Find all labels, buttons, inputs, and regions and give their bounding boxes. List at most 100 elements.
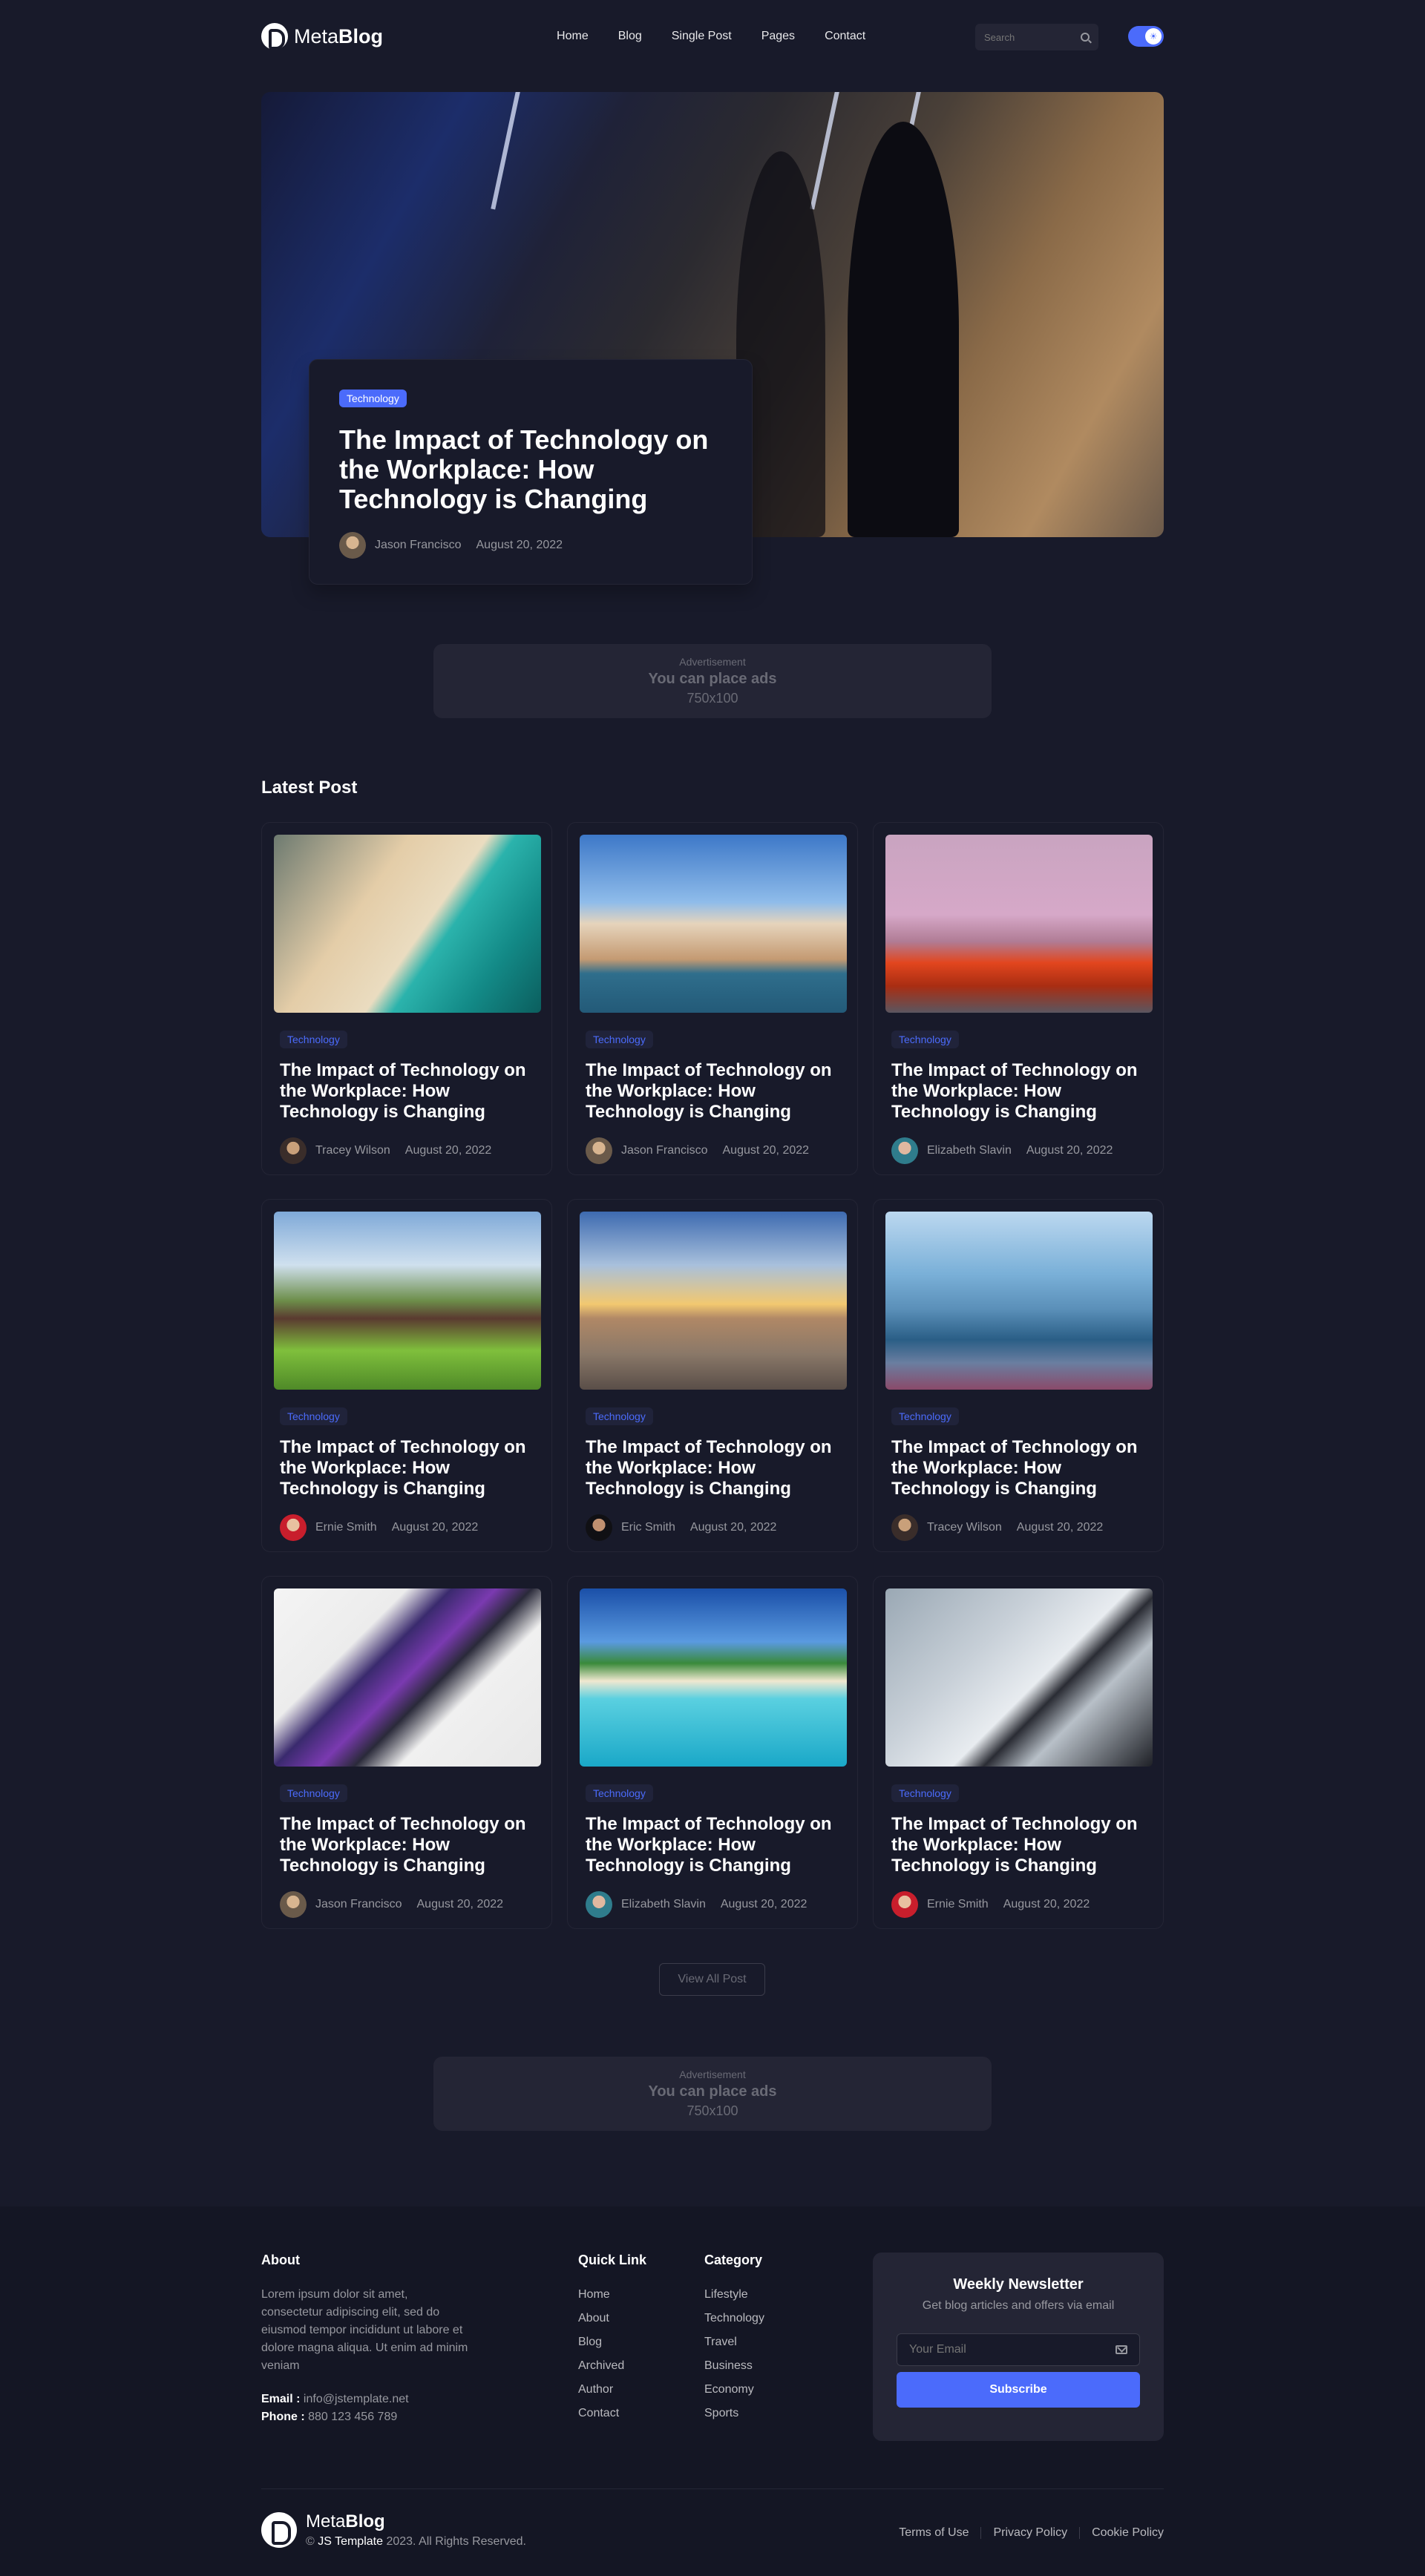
phone-link[interactable]: 880 123 456 789 [308, 2411, 397, 2423]
post-image[interactable] [885, 1588, 1153, 1767]
email-link[interactable]: info@jstemplate.net [304, 2393, 409, 2405]
footer-link-home[interactable]: Home [578, 2286, 646, 2304]
avatar [586, 1514, 612, 1541]
terms-link[interactable]: Terms of Use [899, 2526, 969, 2540]
category-tag[interactable]: Technology [891, 1407, 959, 1425]
author-name[interactable]: Jason Francisco [621, 1144, 708, 1157]
post-image[interactable] [885, 835, 1153, 1013]
footer-category-technology[interactable]: Technology [704, 2310, 764, 2327]
hero-title[interactable]: The Impact of Technology on the Workplac… [339, 425, 722, 514]
subscribe-button[interactable]: Subscribe [897, 2372, 1140, 2408]
post-card[interactable]: Technology The Impact of Technology on t… [567, 1576, 858, 1929]
post-title[interactable]: The Impact of Technology on the Workplac… [891, 1437, 1145, 1499]
footer-link-contact[interactable]: Contact [578, 2405, 646, 2422]
category-tag[interactable]: Technology [586, 1407, 653, 1425]
post-card[interactable]: Technology The Impact of Technology on t… [261, 1199, 552, 1552]
post-card[interactable]: Technology The Impact of Technology on t… [873, 1576, 1164, 1929]
author-name[interactable]: Eric Smith [621, 1521, 675, 1534]
footer-category-lifestyle[interactable]: Lifestyle [704, 2286, 764, 2304]
post-image[interactable] [274, 1212, 541, 1390]
author-name[interactable]: Tracey Wilson [315, 1144, 390, 1157]
post-card[interactable]: Technology The Impact of Technology on t… [567, 1199, 858, 1552]
post-meta: Elizabeth Slavin August 20, 2022 [891, 1137, 1145, 1164]
author-name[interactable]: Ernie Smith [315, 1521, 377, 1534]
category-tag[interactable]: Technology [280, 1784, 347, 1802]
post-image[interactable] [580, 1588, 847, 1767]
advertisement-banner[interactable]: Advertisement You can place ads 750x100 [433, 2057, 992, 2131]
nav-contact[interactable]: Contact [825, 30, 865, 43]
section-title: Latest Post [261, 778, 358, 798]
email-input[interactable] [909, 2343, 1116, 2356]
post-card[interactable]: Technology The Impact of Technology on t… [567, 822, 858, 1175]
footer-quick-links: Quick Link Home About Blog Archived Auth… [578, 2253, 646, 2428]
view-all-button[interactable]: View All Post [659, 1963, 765, 1996]
theme-toggle[interactable]: ☀ [1128, 26, 1164, 47]
person-figure [848, 122, 959, 537]
author-name[interactable]: Ernie Smith [927, 1898, 989, 1911]
avatar [280, 1514, 307, 1541]
logo-icon[interactable] [261, 2512, 297, 2548]
category-tag[interactable]: Technology [586, 1784, 653, 1802]
site-footer: About Lorem ipsum dolor sit amet, consec… [0, 2207, 1425, 2576]
author-name[interactable]: Jason Francisco [375, 539, 462, 552]
author-name[interactable]: Elizabeth Slavin [927, 1144, 1012, 1157]
nav-pages[interactable]: Pages [761, 30, 795, 43]
nav-blog[interactable]: Blog [618, 30, 642, 43]
category-tag[interactable]: Technology [339, 390, 407, 407]
post-card[interactable]: Technology The Impact of Technology on t… [873, 1199, 1164, 1552]
footer-category-business[interactable]: Business [704, 2357, 764, 2375]
search-input[interactable] [984, 31, 1073, 43]
advertisement-banner[interactable]: Advertisement You can place ads 750x100 [433, 644, 992, 718]
post-title[interactable]: The Impact of Technology on the Workplac… [586, 1814, 839, 1876]
footer-link-blog[interactable]: Blog [578, 2333, 646, 2351]
post-date: August 20, 2022 [404, 1144, 492, 1157]
footer-phone: Phone : 880 123 456 789 [261, 2411, 398, 2423]
footer-category-title: Category [704, 2253, 763, 2267]
footer-category-travel[interactable]: Travel [704, 2333, 764, 2351]
footer-link-author[interactable]: Author [578, 2381, 646, 2399]
author-name[interactable]: Elizabeth Slavin [621, 1898, 706, 1911]
post-card[interactable]: Technology The Impact of Technology on t… [261, 1576, 552, 1929]
privacy-link[interactable]: Privacy Policy [993, 2526, 1067, 2540]
post-card[interactable]: Technology The Impact of Technology on t… [261, 822, 552, 1175]
divider [980, 2527, 982, 2539]
post-title[interactable]: The Impact of Technology on the Workplac… [586, 1060, 839, 1123]
ad-title: You can place ads [648, 2083, 777, 2100]
nav-single-post[interactable]: Single Post [672, 30, 732, 43]
post-meta: Jason Francisco August 20, 2022 [280, 1891, 534, 1918]
category-tag[interactable]: Technology [586, 1031, 653, 1048]
footer-category-sports[interactable]: Sports [704, 2405, 764, 2422]
post-title[interactable]: The Impact of Technology on the Workplac… [280, 1060, 534, 1123]
search-icon[interactable] [1081, 33, 1090, 42]
post-title[interactable]: The Impact of Technology on the Workplac… [891, 1814, 1145, 1876]
author-name[interactable]: Tracey Wilson [927, 1521, 1002, 1534]
footer-link-archived[interactable]: Archived [578, 2357, 646, 2375]
category-tag[interactable]: Technology [891, 1784, 959, 1802]
post-image[interactable] [885, 1212, 1153, 1390]
logo[interactable]: MetaBlog [261, 23, 383, 50]
hero-card[interactable]: Technology The Impact of Technology on t… [309, 359, 753, 585]
footer-category-economy[interactable]: Economy [704, 2381, 764, 2399]
avatar [280, 1137, 307, 1164]
post-title[interactable]: The Impact of Technology on the Workplac… [586, 1437, 839, 1499]
post-image[interactable] [274, 1588, 541, 1767]
logo-text: MetaBlog [294, 24, 384, 47]
footer-email: Email : info@jstemplate.net [261, 2393, 409, 2405]
nav-home[interactable]: Home [557, 30, 589, 43]
post-meta: Ernie Smith August 20, 2022 [891, 1891, 1145, 1918]
post-title[interactable]: The Impact of Technology on the Workplac… [280, 1437, 534, 1499]
category-tag[interactable]: Technology [280, 1407, 347, 1425]
category-tag[interactable]: Technology [280, 1031, 347, 1048]
post-image[interactable] [274, 835, 541, 1013]
author-name[interactable]: Jason Francisco [315, 1898, 402, 1911]
post-title[interactable]: The Impact of Technology on the Workplac… [280, 1814, 534, 1876]
post-card[interactable]: Technology The Impact of Technology on t… [873, 822, 1164, 1175]
category-tag[interactable]: Technology [891, 1031, 959, 1048]
cookie-link[interactable]: Cookie Policy [1092, 2526, 1164, 2540]
post-image[interactable] [580, 1212, 847, 1390]
footer-link-about[interactable]: About [578, 2310, 646, 2327]
footer-about-text: Lorem ipsum dolor sit amet, consectetur … [261, 2288, 468, 2372]
post-meta: Ernie Smith August 20, 2022 [280, 1514, 534, 1541]
post-title[interactable]: The Impact of Technology on the Workplac… [891, 1060, 1145, 1123]
post-image[interactable] [580, 835, 847, 1013]
